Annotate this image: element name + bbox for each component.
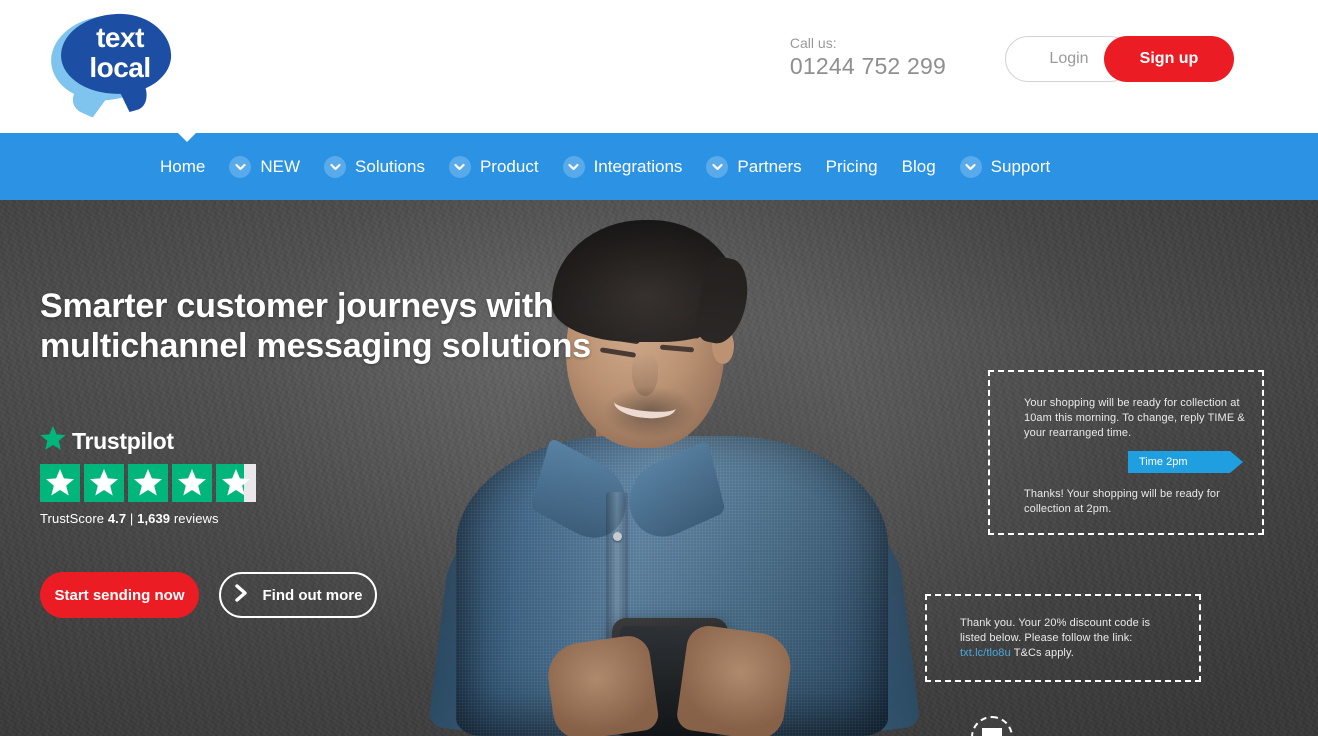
trustscore-value: 4.7: [107, 511, 127, 526]
find-out-more-label: Find out more: [262, 586, 363, 604]
nav-item-pricing[interactable]: Pricing: [814, 133, 890, 200]
message-incoming-1: Your shopping will be ready for collecti…: [1024, 397, 1245, 439]
chevron-down-icon: [959, 155, 982, 178]
hero-cta-group: Start sending now Find out more: [40, 572, 377, 618]
nav-item-partners[interactable]: Partners: [694, 133, 813, 200]
discount-link[interactable]: txt.lc/tlo8u: [960, 647, 1011, 659]
nav-item-support[interactable]: Support: [948, 133, 1063, 200]
chevron-down-icon: [706, 155, 729, 178]
star-glyph: [178, 469, 206, 496]
chevron-down-icon: [229, 155, 252, 178]
message-outgoing-reply: Time 2pm: [1128, 451, 1243, 473]
nav-item-label: Support: [990, 156, 1051, 176]
star-glyph: [222, 469, 250, 496]
trustpilot-widget[interactable]: Trustpilot TrustScore 4.7 | 1,639 review…: [40, 426, 256, 526]
photo-hand-left: [543, 633, 661, 736]
site-header: text local Call us: 01244 752 299 Login …: [0, 0, 1318, 133]
star-glyph: [46, 469, 74, 496]
hero-headline-line1: Smarter customer journeys with: [40, 287, 554, 325]
discount-text-after-link: T&Cs apply.: [1013, 647, 1074, 659]
active-nav-indicator: [178, 133, 196, 142]
start-sending-now-button[interactable]: Start sending now: [40, 572, 199, 618]
nav-item-solutions[interactable]: Solutions: [312, 133, 437, 200]
call-us-block: Call us: 01244 752 299: [790, 35, 946, 80]
nav-item-label: Partners: [737, 156, 802, 176]
review-count: 1,639: [137, 511, 171, 526]
nav-item-label: Product: [479, 156, 539, 176]
message-discount-text: Thank you. Your 20% discount code is lis…: [960, 616, 1176, 661]
nav-item-label: Blog: [901, 156, 936, 176]
chevron-down-icon: [324, 155, 347, 178]
trustpilot-wordmark: Trustpilot: [72, 427, 174, 454]
trustpilot-score-line: TrustScore 4.7 | 1,639 reviews: [40, 511, 256, 526]
nav-item-label: Solutions: [355, 156, 425, 176]
nav-item-label: Pricing: [825, 156, 878, 176]
trustpilot-star-4: [172, 464, 212, 502]
nav-item-label: NEW: [260, 156, 301, 176]
signup-button[interactable]: Sign up: [1104, 36, 1234, 82]
photo-hand-right: [675, 623, 795, 736]
nav-item-home[interactable]: Home: [160, 133, 217, 200]
nav-item-product[interactable]: Product: [437, 133, 551, 200]
trustpilot-star-1: [40, 464, 80, 502]
main-navigation: Home NEW Solutions Product Integrations Partn…: [0, 133, 1318, 200]
nav-items-container: Home NEW Solutions Product Integrations Partn…: [160, 133, 1062, 200]
trustpilot-star-2: [84, 464, 124, 502]
message-mockup-conversation: Your shopping will be ready for collecti…: [988, 370, 1264, 535]
speech-bubble-icon-badge-1: [971, 716, 1013, 736]
trustpilot-star-icon: [40, 426, 66, 456]
nav-item-label: Integrations: [593, 156, 683, 176]
trustscore-label: TrustScore: [40, 511, 105, 526]
review-count-label: reviews: [173, 511, 219, 526]
hero-section: Smarter customer journeys with multichan…: [0, 200, 1318, 736]
chevron-down-icon: [562, 155, 585, 178]
trustpilot-star-rating: [40, 464, 256, 502]
trustpilot-header: Trustpilot: [40, 426, 256, 456]
nav-item-label: Home: [160, 156, 206, 176]
nav-item-integrations[interactable]: Integrations: [551, 133, 695, 200]
trustscore-separator: |: [129, 511, 134, 526]
discount-text-before-link: Thank you. Your 20% discount code is lis…: [960, 617, 1151, 644]
star-glyph: [134, 469, 162, 496]
message-incoming-2: Thanks! Your shopping will be ready for …: [1024, 488, 1220, 515]
nav-item-blog[interactable]: Blog: [890, 133, 948, 200]
phone-number[interactable]: 01244 752 299: [790, 52, 946, 80]
logo-text-line2: local: [89, 52, 151, 83]
page-root: text local Call us: 01244 752 299 Login …: [0, 0, 1318, 736]
hero-photo-man-with-phone: [400, 200, 940, 736]
trustpilot-star-5: [216, 464, 256, 502]
call-us-label: Call us:: [789, 35, 837, 51]
chevron-right-icon: [234, 584, 249, 606]
hero-headline-line2: multichannel messaging solutions: [40, 327, 591, 365]
photo-shirt-button-upper: [613, 532, 622, 541]
logo-text: text local: [72, 23, 168, 83]
speech-bubble-icon: [982, 728, 1002, 736]
photo-nose: [632, 352, 658, 396]
site-logo[interactable]: text local: [46, 8, 177, 118]
trustpilot-star-3: [128, 464, 168, 502]
chevron-down-icon: [448, 155, 471, 178]
nav-item-new[interactable]: NEW: [217, 133, 312, 200]
hero-headline: Smarter customer journeys with multichan…: [40, 286, 620, 366]
star-glyph: [90, 469, 118, 496]
find-out-more-button[interactable]: Find out more: [219, 572, 377, 618]
logo-text-line1: text: [96, 22, 144, 53]
message-mockup-discount: Thank you. Your 20% discount code is lis…: [925, 594, 1201, 682]
